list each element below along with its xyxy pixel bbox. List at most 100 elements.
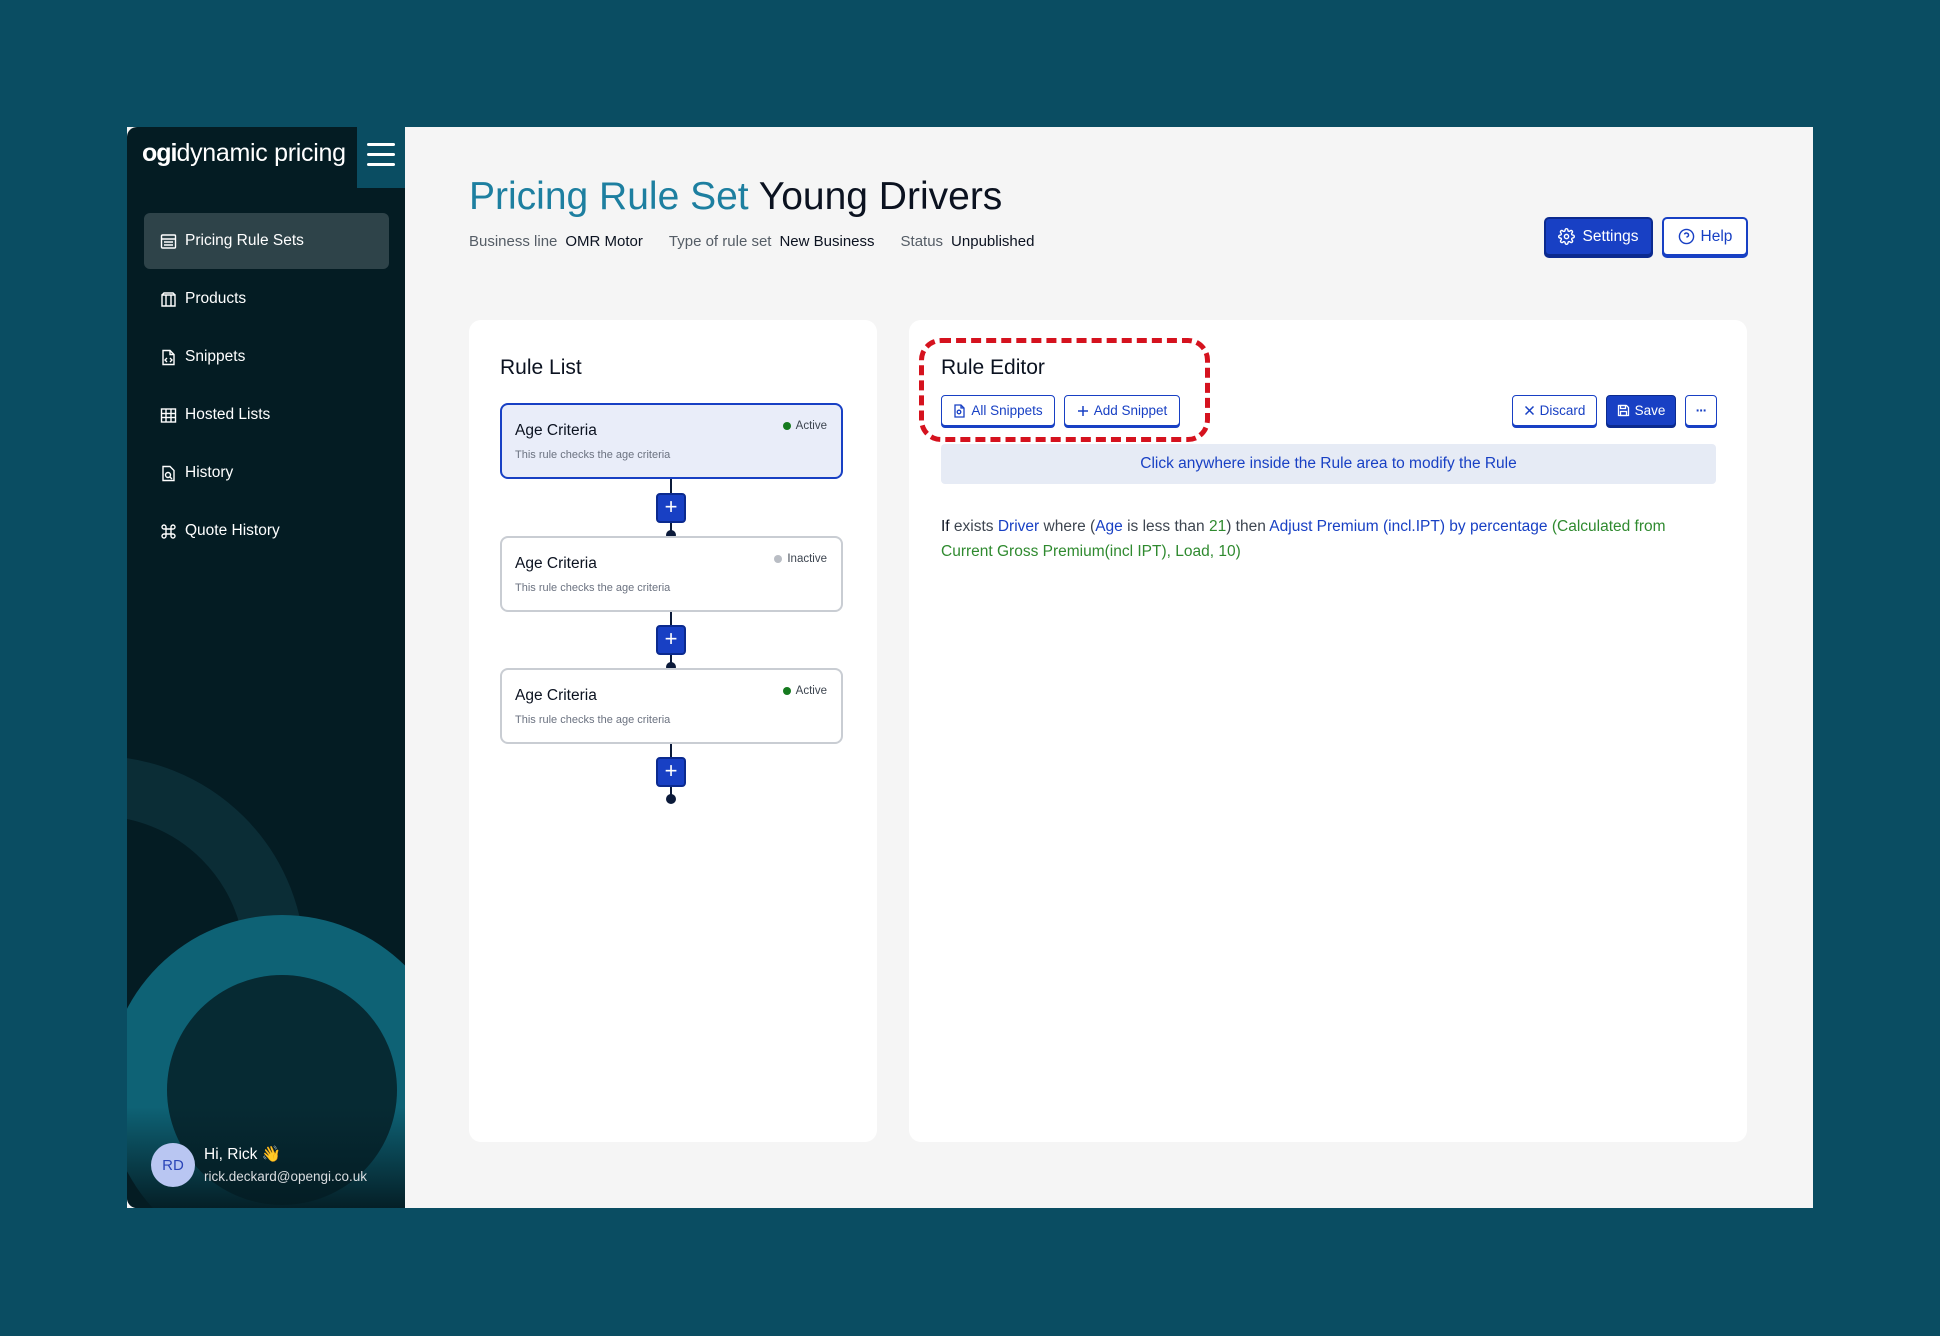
settings-label: Settings: [1582, 227, 1639, 245]
sidebar-item-label: Pricing Rule Sets: [185, 232, 304, 249]
rule-token-then: ) then: [1226, 518, 1270, 535]
meta-label: Status: [900, 233, 944, 250]
sidebar-item-products[interactable]: Products: [144, 271, 389, 327]
page-title: Pricing Rule Set Young Drivers: [469, 175, 1002, 219]
rule-editor-title: Rule Editor: [941, 356, 1045, 379]
page-title-prefix: Pricing Rule Set: [469, 175, 749, 218]
rule-card[interactable]: Age Criteria This rule checks the age cr…: [500, 668, 843, 744]
hamburger-line: [367, 163, 395, 166]
user-greeting: Hi, Rick 👋: [204, 1146, 281, 1163]
rule-token-driver: Driver: [997, 518, 1040, 535]
rule-name: Age Criteria: [515, 422, 597, 439]
sidebar-item-label: Quote History: [185, 522, 280, 539]
file-icon: [954, 403, 965, 418]
plus-icon: [1077, 405, 1088, 416]
rule-token-if: If: [941, 518, 950, 535]
brand-logo: ogidynamic pricing: [142, 139, 346, 168]
status-dot-icon: [782, 422, 791, 430]
save-label: Save: [1634, 403, 1666, 418]
app-window: ogidynamic pricing Pricing Rule Sets Pro…: [127, 127, 1813, 1208]
add-snippet-button[interactable]: Add Snippet: [1064, 395, 1180, 426]
status-label: Active: [795, 685, 827, 697]
highlight-annotation: [919, 338, 1210, 442]
status-dot-icon: [774, 555, 783, 563]
sidebar-item-label: Hosted Lists: [185, 406, 271, 423]
gear-icon: [1558, 228, 1576, 245]
user-email: rick.deckard@opengi.co.uk: [204, 1169, 368, 1184]
rule-name: Age Criteria: [515, 555, 597, 572]
meta-value: New Business: [779, 233, 875, 250]
rule-card[interactable]: Age Criteria This rule checks the age cr…: [500, 536, 843, 612]
more-options-button[interactable]: ···: [1685, 395, 1717, 426]
rule-name: Age Criteria: [515, 687, 597, 704]
discard-label: Discard: [1539, 403, 1586, 418]
help-circle-icon: [1678, 228, 1694, 245]
rule-token-exists: exists: [949, 518, 998, 535]
sidebar-item-snippets[interactable]: Snippets: [144, 329, 389, 385]
rule-status: Active: [782, 685, 827, 697]
add-snippet-label: Add Snippet: [1093, 403, 1168, 418]
add-rule-button[interactable]: +: [656, 625, 686, 655]
menu-toggle-button[interactable]: [357, 127, 405, 188]
discard-button[interactable]: Discard: [1512, 395, 1597, 426]
add-rule-button[interactable]: +: [656, 493, 686, 523]
hamburger-line: [367, 153, 395, 156]
rule-token-where: where (: [1039, 518, 1096, 535]
brand-name: dynamic pricing: [176, 139, 346, 167]
user-profile[interactable]: RD Hi, Rick 👋 rick.deckard@opengi.co.uk: [151, 1141, 391, 1187]
status-dot-icon: [782, 687, 791, 695]
edit-hint-banner[interactable]: Click anywhere inside the Rule area to m…: [941, 444, 1716, 484]
rule-expression[interactable]: If exists Driver where (Age is less than…: [941, 514, 1701, 564]
box-icon: [161, 291, 176, 307]
history-icon: [162, 465, 175, 481]
help-label: Help: [1700, 227, 1733, 245]
status-label: Active: [795, 420, 827, 432]
rule-card[interactable]: Age Criteria This rule checks the age cr…: [500, 403, 843, 479]
connector-line: [670, 479, 672, 493]
save-button[interactable]: Save: [1606, 395, 1676, 426]
sidebar-item-quote-history[interactable]: Quote History: [144, 503, 389, 559]
page-title-name: Young Drivers: [758, 175, 1003, 218]
rule-editor-panel: Rule Editor All Snippets Add Snippet Dis…: [909, 320, 1747, 1142]
all-snippets-label: All Snippets: [971, 403, 1043, 418]
settings-button[interactable]: Settings: [1544, 217, 1653, 256]
rule-status: Active: [782, 420, 827, 432]
meta-value: Unpublished: [951, 233, 1035, 250]
sidebar-item-label: Snippets: [185, 348, 246, 365]
sidebar-nav: Pricing Rule Sets Products Snippets Host…: [144, 213, 389, 561]
avatar: RD: [151, 1143, 195, 1187]
sidebar-item-history[interactable]: History: [144, 445, 389, 501]
rule-token-value: 21: [1208, 518, 1227, 535]
all-snippets-button[interactable]: All Snippets: [941, 395, 1055, 426]
rule-token-action: Adjust Premium (incl.IPT) by percentage: [1269, 518, 1548, 535]
sidebar-item-hosted-lists[interactable]: Hosted Lists: [144, 387, 389, 443]
help-button[interactable]: Help: [1662, 217, 1748, 256]
meta-label: Business line: [469, 233, 558, 250]
command-icon: [161, 523, 176, 539]
meta-label: Type of rule set: [668, 233, 772, 250]
connector-line: [670, 744, 672, 758]
rule-token-close-paren: ): [1235, 543, 1241, 560]
connector-line: [670, 612, 672, 626]
rule-description: This rule checks the age criteria: [515, 714, 671, 726]
rule-token-open-paren: (: [1547, 518, 1558, 535]
sidebar-item-label: Products: [185, 290, 247, 307]
meta-value: OMR Motor: [565, 233, 643, 250]
brand-ogi: ogi: [142, 139, 177, 167]
sidebar-item-label: History: [185, 464, 234, 481]
rule-list-title: Rule List: [500, 356, 582, 379]
sidebar-item-pricing-rule-sets[interactable]: Pricing Rule Sets: [144, 213, 389, 269]
rule-status: Inactive: [774, 553, 827, 565]
connector-dot: [666, 794, 676, 804]
rule-token-age: Age: [1095, 518, 1123, 535]
status-label: Inactive: [787, 553, 827, 565]
rule-description: This rule checks the age criteria: [515, 582, 671, 594]
list-icon: [160, 233, 177, 249]
rule-list-panel: Rule List Age Criteria This rule checks …: [469, 320, 877, 1142]
rule-token-less-than: is less than: [1122, 518, 1209, 535]
code-file-icon: [162, 349, 175, 365]
save-icon: [1617, 404, 1629, 417]
rule-set-meta: Business line OMR Motor Type of rule set…: [469, 233, 1060, 250]
add-rule-button[interactable]: +: [656, 757, 686, 787]
hamburger-line: [367, 143, 395, 146]
